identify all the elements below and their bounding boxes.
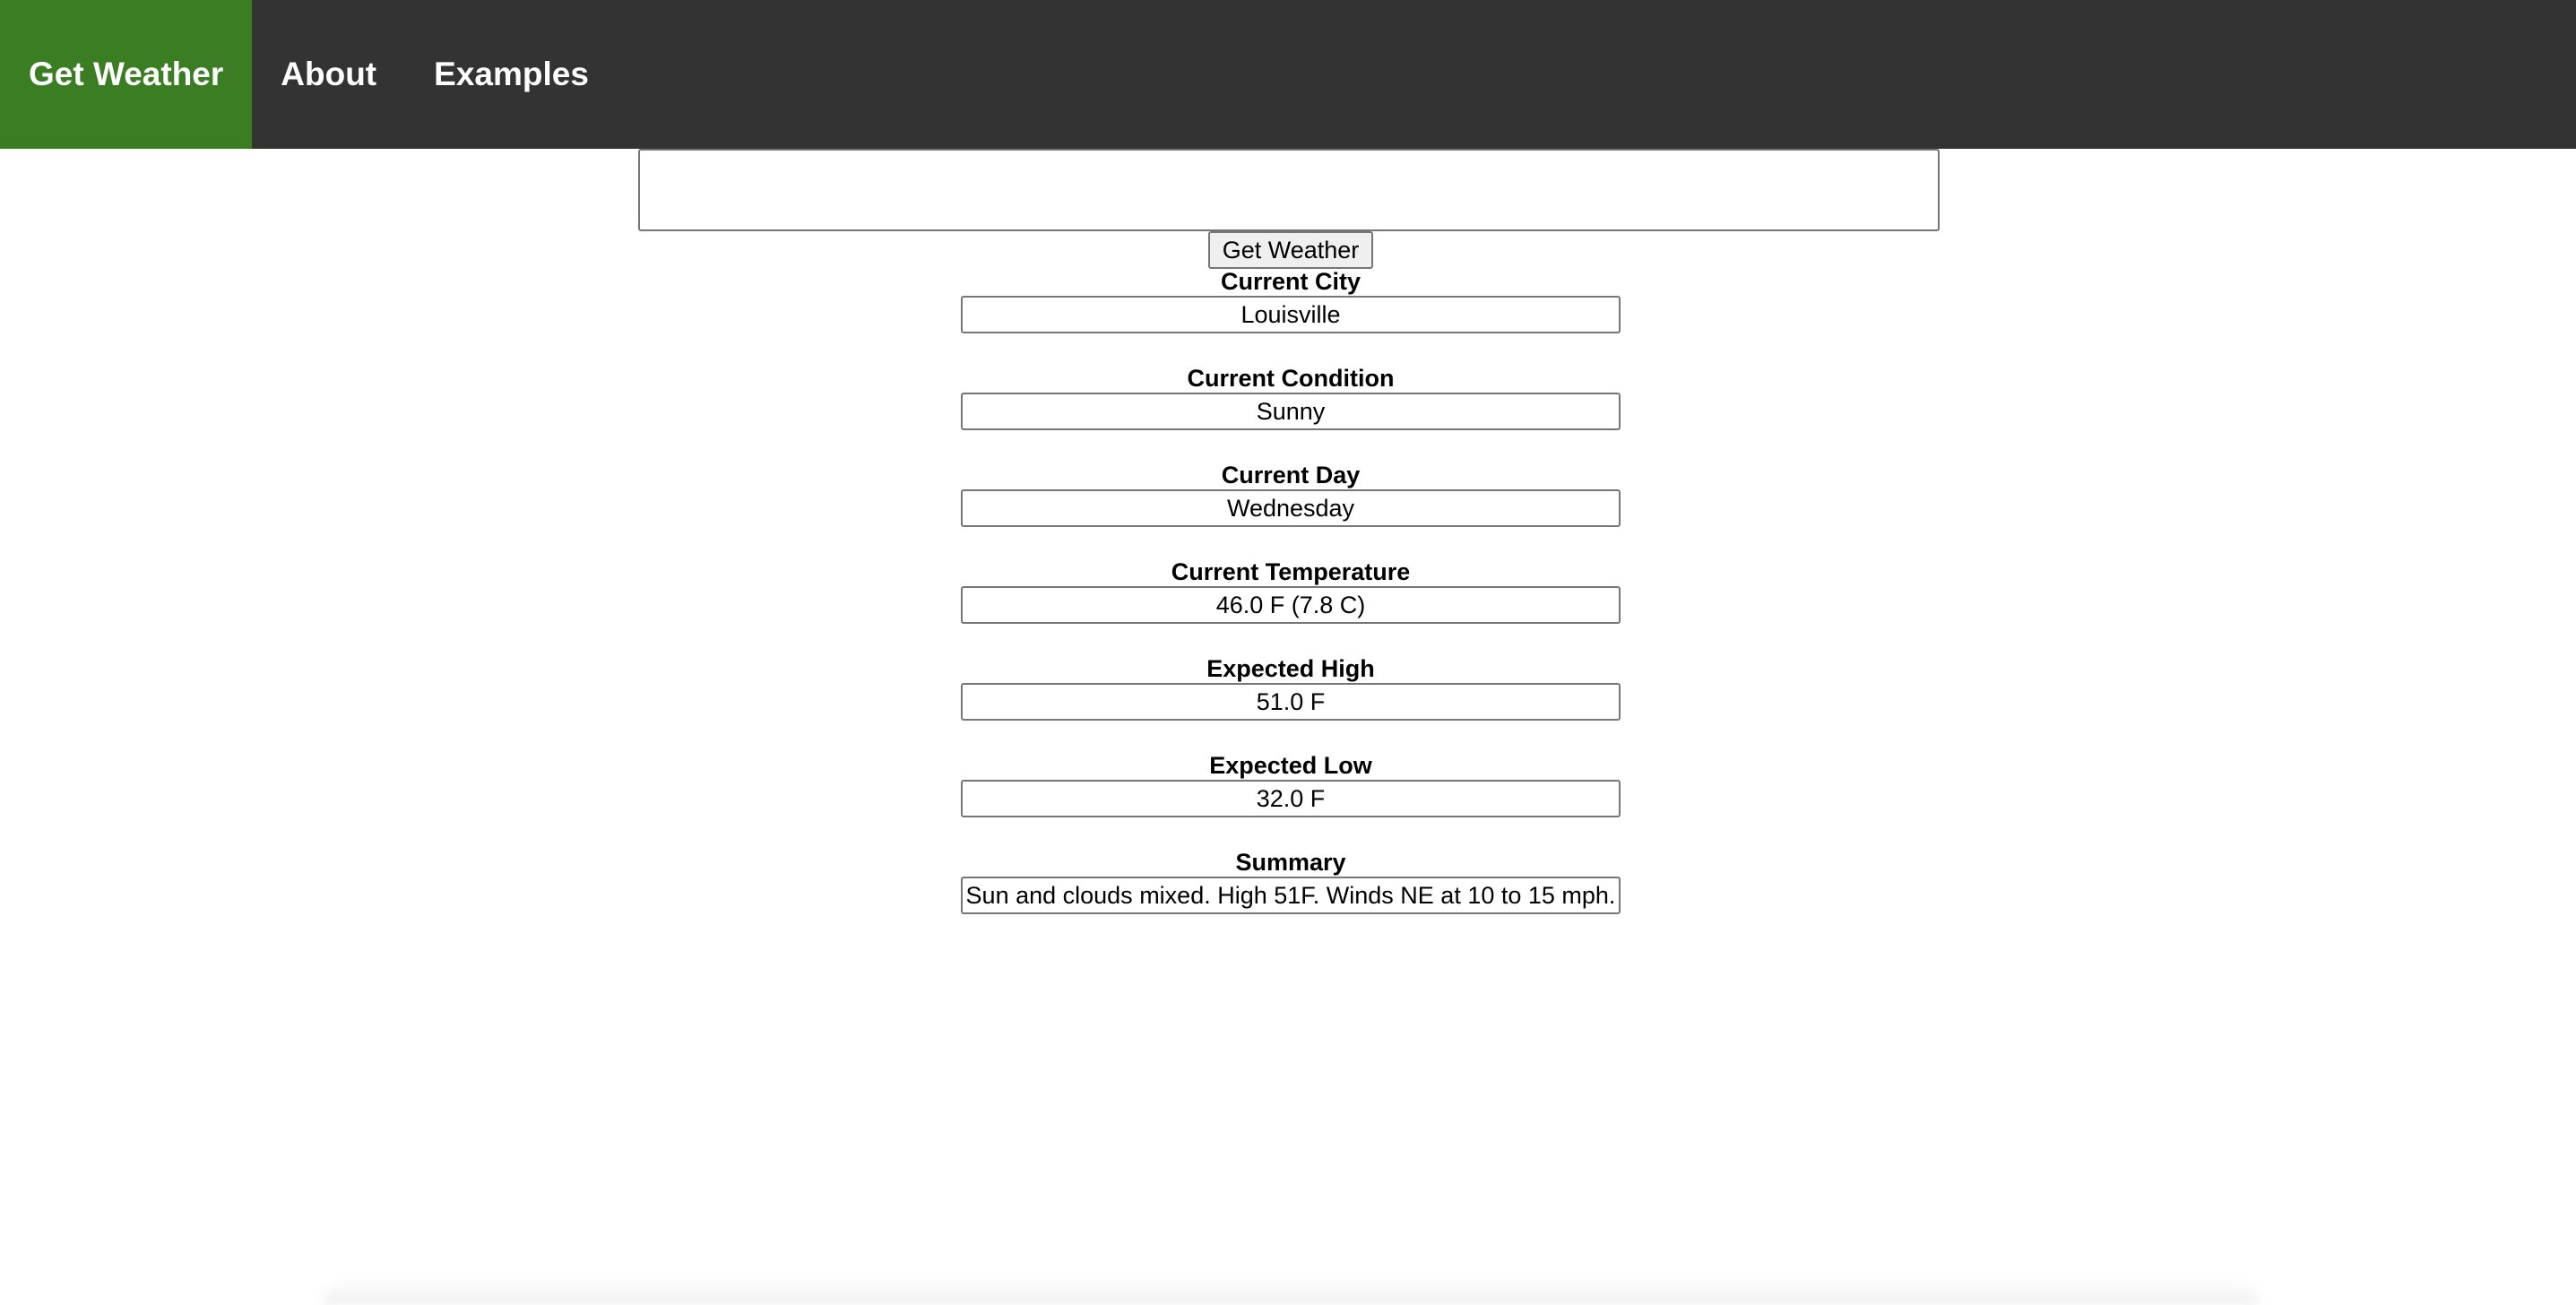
current-day-field: Wednesday — [961, 489, 1621, 527]
current-condition-field: Sunny — [961, 393, 1621, 430]
expected-low-field: 32.0 F — [961, 780, 1621, 817]
expected-low-label: Expected Low — [1209, 752, 1372, 779]
current-city-label: Current City — [1220, 268, 1361, 295]
top-navigation-bar: Get Weather About Examples — [0, 0, 2576, 149]
current-temperature-label: Current Temperature — [1171, 558, 1411, 585]
summary-field: Sun and clouds mixed. High 51F. Winds NE… — [961, 877, 1621, 914]
current-temperature-field: 46.0 F (7.8 C) — [961, 586, 1621, 624]
footer-shadow — [323, 1278, 2259, 1305]
city-search-input[interactable] — [638, 149, 1940, 231]
nav-about[interactable]: About — [252, 0, 405, 149]
current-city-field: Louisville — [961, 296, 1621, 333]
current-day-label: Current Day — [1221, 462, 1361, 488]
current-condition-label: Current Condition — [1187, 365, 1395, 392]
expected-high-field: 51.0 F — [961, 683, 1621, 721]
summary-label: Summary — [1235, 849, 1346, 876]
get-weather-button[interactable]: Get Weather — [1208, 231, 1373, 269]
nav-get-weather[interactable]: Get Weather — [0, 0, 253, 149]
expected-high-label: Expected High — [1206, 655, 1375, 682]
nav-examples[interactable]: Examples — [405, 0, 618, 149]
